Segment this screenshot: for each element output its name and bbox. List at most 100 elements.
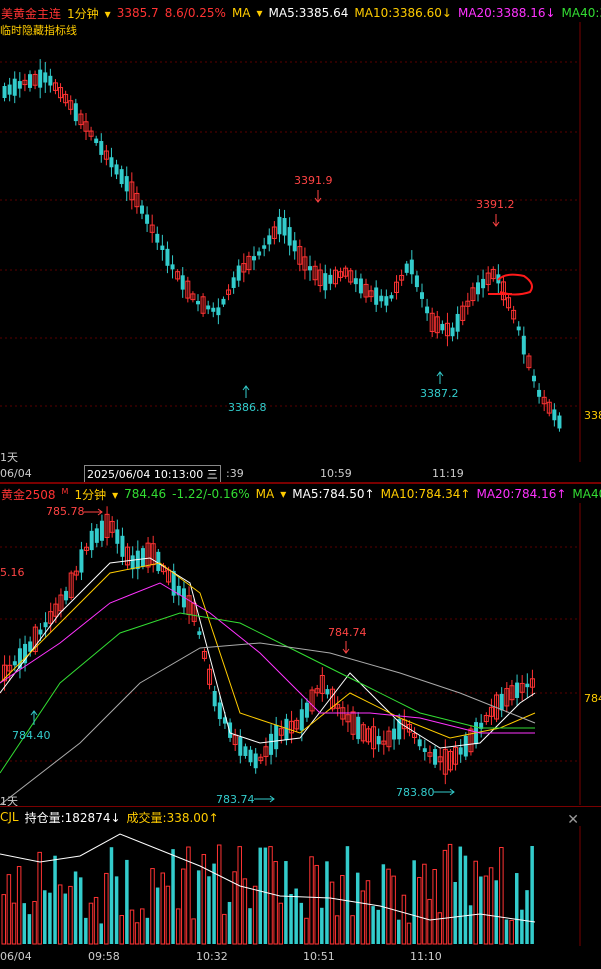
candle-body xyxy=(455,313,460,332)
bottom-axis-t4: 11:10 xyxy=(410,950,442,963)
candle-body xyxy=(43,72,48,83)
top-ma20: MA20:3388.16↓ xyxy=(457,6,556,20)
candle-body xyxy=(516,326,521,331)
top-chart-header: 美黄金主连 1分钟 ▾ 3385.7 8.6/0.25% MA ▾ MA5:3385… xyxy=(0,4,601,22)
volume-bar xyxy=(437,912,443,945)
bottom-price: 784.46 xyxy=(124,487,167,501)
candle-body xyxy=(79,549,84,573)
candle-body xyxy=(115,529,120,544)
candle-body xyxy=(109,157,114,168)
volume-bar xyxy=(386,868,391,945)
volume-bar xyxy=(109,847,114,944)
candle-body xyxy=(212,691,217,707)
ma5-line xyxy=(0,557,536,749)
volume-bar xyxy=(119,915,124,945)
volume-bar xyxy=(289,893,293,944)
volume-bar xyxy=(6,874,12,945)
volume-bar xyxy=(304,917,309,945)
volume-bar xyxy=(499,847,504,945)
volume-bar xyxy=(68,885,73,945)
top-ma10: MA10:3386.60↓ xyxy=(354,6,452,20)
candle-body xyxy=(221,298,226,305)
candle-body xyxy=(119,169,124,185)
top-timeframe-dropdown[interactable]: 1分钟 ▾ xyxy=(67,5,111,22)
top-axis-t1: :39 xyxy=(226,467,244,480)
top-ma-dropdown[interactable]: MA ▾ xyxy=(232,6,263,20)
candle-body xyxy=(304,702,309,718)
candle-body xyxy=(89,530,94,551)
bottom-axis-t3: 10:51 xyxy=(303,950,335,963)
candle-body xyxy=(120,535,125,557)
volume-bar xyxy=(345,846,350,944)
candle-body xyxy=(299,709,304,731)
volume-bar xyxy=(207,876,211,944)
candle-body xyxy=(2,86,7,98)
bottom-ma-dropdown[interactable]: MA ▾ xyxy=(256,487,287,501)
candle-body xyxy=(114,164,119,175)
candle-body xyxy=(165,248,170,266)
volume-bar xyxy=(412,860,416,944)
candle-body xyxy=(440,323,445,331)
volume-bar xyxy=(191,918,196,945)
volume-bar xyxy=(422,863,427,945)
indicator-name[interactable]: CJL xyxy=(0,810,19,824)
candle-body xyxy=(38,69,43,88)
top-range-label: 1天 xyxy=(0,451,18,464)
volume-bar xyxy=(530,845,534,944)
volume-bar xyxy=(93,896,99,945)
bottom-left-low-label: 784.40 xyxy=(12,729,51,742)
volume-bar xyxy=(248,908,252,944)
top-axis-t2: 10:59 xyxy=(320,467,352,480)
candle-body xyxy=(537,389,542,397)
candle-body xyxy=(7,84,12,95)
candle-body xyxy=(156,551,161,572)
volume-bar xyxy=(325,861,329,944)
bottom-symbol[interactable]: 黄金2508 M xyxy=(1,486,68,503)
candle-body xyxy=(180,275,185,290)
candle-body xyxy=(197,631,202,635)
candle-body xyxy=(196,300,200,305)
top-symbol[interactable]: 美黄金主连 xyxy=(1,5,61,22)
volume-chart xyxy=(0,826,581,946)
candle-body xyxy=(145,214,150,224)
candle-body xyxy=(48,75,53,86)
volume-bar xyxy=(155,887,160,944)
volume-bar xyxy=(504,919,509,944)
volume-bar xyxy=(165,885,171,945)
candle-body xyxy=(12,661,17,666)
candle-body xyxy=(425,306,430,314)
volume-bar xyxy=(494,880,498,944)
candle-body xyxy=(463,735,468,757)
volume-bar xyxy=(278,902,284,945)
candle-body xyxy=(99,141,104,155)
candle-body xyxy=(284,718,289,741)
candle-body xyxy=(206,305,211,310)
bottom-timeframe-dropdown[interactable]: 1分钟 ▾ xyxy=(74,486,118,503)
bottom-change: -1.22/-0.16% xyxy=(172,487,250,501)
open-interest: 持仓量:182874↓ xyxy=(24,810,121,825)
candle-body xyxy=(521,335,526,355)
volume-bar xyxy=(11,902,17,945)
candle-body xyxy=(17,648,22,669)
volume-bar xyxy=(32,900,37,945)
volume-bar xyxy=(53,855,57,944)
volume-bar xyxy=(1,894,6,945)
candle-body xyxy=(282,218,287,236)
arrow-marker xyxy=(492,214,500,227)
volume-bar xyxy=(427,898,432,945)
bottom-ma20: MA20:784.16↑ xyxy=(476,487,567,501)
volume-bar xyxy=(314,864,319,945)
candle-body xyxy=(308,266,312,271)
bottom-high-label: 785.78 xyxy=(46,505,85,518)
top-low-label: 3386.8 xyxy=(228,401,267,414)
volume-bar xyxy=(258,847,262,944)
candle-body xyxy=(450,327,455,337)
top-right-price: 338 xyxy=(584,409,601,422)
candle-body xyxy=(292,240,297,252)
volume-bar xyxy=(145,917,150,944)
bottom-ma10: MA10:784.34↑ xyxy=(380,487,471,501)
volume-bar xyxy=(57,884,63,945)
volume-bar xyxy=(334,915,340,945)
candle-body xyxy=(433,749,438,765)
volume-bar xyxy=(320,907,324,944)
